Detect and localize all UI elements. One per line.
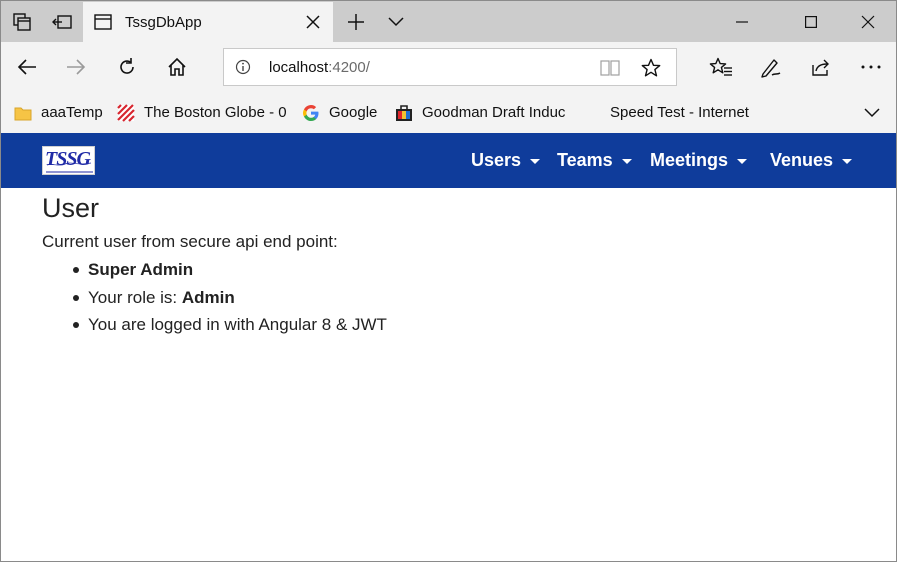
list-item-user-name: Super Admin — [42, 256, 862, 284]
role-prefix: Your role is: — [88, 287, 182, 307]
favorite-star-icon[interactable] — [641, 58, 661, 83]
bullet-icon — [73, 294, 79, 301]
list-item-login-note: You are logged in with Angular 8 & JWT — [42, 311, 862, 339]
favorite-speed-test[interactable]: Speed Test - Internet — [610, 92, 749, 133]
maximize-icon[interactable] — [788, 1, 834, 42]
list-item-role: Your role is: Admin — [42, 284, 862, 312]
bullet-icon — [73, 322, 79, 328]
url-text: localhost:4200/ — [269, 59, 370, 76]
reading-view-icon[interactable] — [600, 59, 620, 82]
tab-manager-icon[interactable] — [7, 1, 37, 42]
bullet-icon — [73, 267, 79, 273]
minimize-icon[interactable] — [719, 1, 765, 42]
goodman-icon — [396, 104, 412, 121]
favorite-aaatemp[interactable]: aaaTemp — [14, 92, 103, 133]
share-icon[interactable] — [801, 48, 841, 86]
browser-window: TssgDbApp localhost:4200/ aaaTemp The Bo… — [0, 0, 897, 562]
brand-logo-scribble — [46, 162, 93, 173]
google-icon — [303, 104, 319, 121]
tab-bar: TssgDbApp — [1, 1, 896, 42]
page-content: User Current user from secure api end po… — [42, 188, 862, 339]
brand-logo[interactable]: TSSG — [42, 146, 95, 175]
set-tabs-aside-icon[interactable] — [47, 1, 77, 42]
close-tab-icon[interactable] — [305, 14, 321, 35]
favorite-label: Goodman Draft Induc — [422, 104, 565, 121]
back-icon[interactable] — [7, 48, 47, 86]
nav-users[interactable]: Users — [471, 133, 541, 188]
nav-venues-label: Venues — [770, 150, 834, 170]
favorite-label: Speed Test - Internet — [610, 104, 749, 121]
nav-venues[interactable]: Venues — [770, 133, 853, 188]
favorite-label: aaaTemp — [41, 104, 103, 121]
user-info-list: Super Admin Your role is: Admin You are … — [42, 256, 862, 339]
tab-preview-chevron-icon[interactable] — [381, 1, 411, 42]
favorites-hub-icon[interactable] — [701, 48, 741, 86]
tab-tssgdbapp[interactable]: TssgDbApp — [83, 2, 333, 42]
favorites-overflow-chevron-icon[interactable] — [859, 92, 885, 133]
more-menu-icon[interactable] — [851, 48, 891, 86]
new-tab-icon[interactable] — [341, 1, 371, 42]
nav-meetings-label: Meetings — [650, 150, 729, 170]
address-bar[interactable]: localhost:4200/ — [223, 48, 677, 86]
favorite-label: The Boston Globe - 0 — [144, 104, 287, 121]
favorite-google[interactable]: Google — [302, 92, 377, 133]
nav-meetings[interactable]: Meetings — [650, 133, 748, 188]
caret-down-icon — [621, 159, 632, 164]
login-note: You are logged in with Angular 8 & JWT — [88, 315, 387, 334]
navigation-bar: localhost:4200/ — [1, 42, 896, 92]
app-navbar: TSSG Users Teams Meetings Venues — [1, 133, 896, 188]
page-icon — [94, 14, 112, 35]
favorite-label: Google — [329, 104, 378, 121]
site-info-icon[interactable] — [235, 59, 251, 80]
tab-title: TssgDbApp — [125, 13, 202, 31]
nav-teams-label: Teams — [557, 150, 613, 170]
nav-users-label: Users — [471, 150, 522, 170]
folder-icon — [14, 107, 32, 120]
intro-text: Current user from secure api end point: — [42, 232, 338, 251]
caret-down-icon — [530, 159, 541, 164]
window-close-icon[interactable] — [845, 1, 891, 42]
forward-icon[interactable] — [56, 48, 96, 86]
favorite-boston-globe[interactable]: The Boston Globe - 0 — [117, 92, 287, 133]
user-name: Super Admin — [88, 260, 194, 279]
caret-down-icon — [842, 159, 853, 164]
home-icon[interactable] — [157, 48, 197, 86]
refresh-icon[interactable] — [107, 48, 147, 86]
web-note-pen-icon[interactable] — [751, 48, 791, 86]
nav-teams[interactable]: Teams — [557, 133, 632, 188]
page-title: User — [42, 193, 100, 223]
favorite-goodman[interactable]: Goodman Draft Induc — [395, 92, 565, 133]
role-value: Admin — [181, 287, 235, 307]
favorites-bar: aaaTemp The Boston Globe - 0 Google Good… — [1, 92, 896, 133]
boston-globe-icon — [117, 103, 135, 122]
caret-down-icon — [737, 159, 748, 164]
